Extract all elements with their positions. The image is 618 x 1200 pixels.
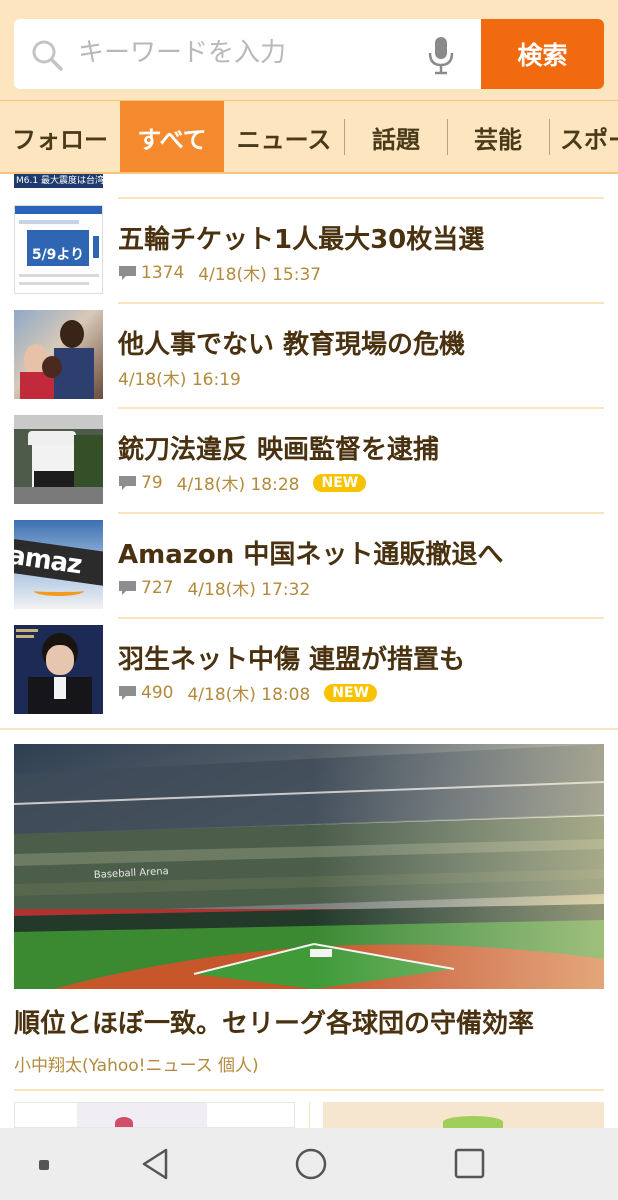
article-meta: 1374 4/18(木) 15:37	[118, 260, 321, 285]
tab-follow[interactable]: フォロー	[0, 101, 120, 172]
home-icon[interactable]	[294, 1147, 328, 1181]
list-item[interactable]: 銃刀法違反 映画監督を逮捕 79 4/18(木) 18:28 NEW	[0, 409, 618, 514]
search-icon	[32, 40, 63, 71]
article-thumbnail: amaz	[14, 520, 103, 609]
comment-icon	[119, 580, 136, 595]
article-meta: 490 4/18(木) 18:08 NEW	[118, 680, 378, 705]
article-thumbnail	[14, 625, 103, 714]
article-thumbnail	[14, 310, 103, 399]
list-item[interactable]: amaz Amazon 中国ネット通販撤退へ 727 4/18(木) 17:32	[0, 514, 618, 619]
list-item[interactable]: 他人事でない 教育現場の危機 4/18(木) 16:19	[0, 304, 618, 409]
article-date: 4/18(木) 17:32	[187, 580, 311, 600]
microphone-icon[interactable]	[426, 35, 456, 75]
article-title: 他人事でない 教育現場の危機	[118, 330, 466, 360]
search-input[interactable]	[78, 33, 408, 73]
partial-card-left[interactable]	[14, 1102, 295, 1128]
comment-count: 1374	[141, 262, 185, 283]
tab-all[interactable]: すべて	[120, 101, 224, 172]
feature-source: 小中翔太(Yahoo!ニュース 個人)	[14, 1056, 259, 1076]
search-header: 検索	[0, 0, 618, 100]
comment-count: 727	[141, 577, 174, 598]
section-divider	[14, 1089, 604, 1091]
article-date: 4/18(木) 18:08	[187, 685, 311, 705]
article-date: 4/18(木) 16:19	[118, 370, 241, 390]
back-icon[interactable]	[138, 1146, 172, 1182]
tab-topics[interactable]: 話題	[346, 101, 446, 172]
article-title: 羽生ネット中傷 連盟が措置も	[118, 645, 466, 675]
comment-count: 490	[141, 682, 174, 703]
comment-icon	[119, 265, 136, 280]
article-title: Amazon 中国ネット通販撤退へ	[118, 540, 504, 570]
comment-count: 79	[141, 472, 163, 493]
card-separator	[309, 1102, 310, 1128]
article-thumbnail	[14, 415, 103, 504]
feature-image[interactable]: Baseball Arena	[14, 744, 604, 989]
feature-title[interactable]: 順位とほぼ一致。セリーグ各球団の守備効率	[14, 1003, 534, 1040]
notification-dot-icon	[39, 1160, 49, 1170]
comment-icon	[119, 475, 136, 490]
article-meta: 4/18(木) 16:19	[118, 365, 241, 390]
tab-entertainment[interactable]: 芸能	[448, 101, 548, 172]
partial-card-right[interactable]	[323, 1102, 604, 1128]
system-navigation-bar	[0, 1128, 618, 1200]
search-button[interactable]: 検索	[481, 19, 604, 89]
stadium-illustration: Baseball Arena	[14, 744, 604, 989]
new-badge: NEW	[324, 683, 378, 702]
article-meta: 79 4/18(木) 18:28 NEW	[118, 470, 367, 495]
recent-apps-icon[interactable]	[453, 1147, 487, 1181]
list-item[interactable]: 5/9より 五輪チケット1人最大30枚当選 1374 4/18(木) 15:37	[0, 199, 618, 304]
article-date: 4/18(木) 18:28	[176, 475, 300, 495]
comment-icon	[119, 685, 136, 700]
article-title: 五輪チケット1人最大30枚当選	[118, 225, 485, 255]
article-thumbnail: 5/9より	[14, 205, 103, 294]
tab-separator	[344, 119, 345, 155]
tab-sports[interactable]: スポーツ	[550, 101, 618, 172]
partial-list-item[interactable]: M6.1 最大震度は台湾基準で最大	[14, 174, 103, 188]
article-title: 銃刀法違反 映画監督を逮捕	[118, 435, 440, 465]
section-divider	[0, 728, 618, 730]
article-meta: 727 4/18(木) 17:32	[118, 575, 310, 600]
new-badge: NEW	[313, 473, 367, 492]
category-tabs: フォロー すべて ニュース 話題 芸能 スポーツ	[0, 100, 618, 174]
article-date: 4/18(木) 15:37	[198, 265, 322, 285]
partial-thumb-caption: M6.1 最大震度は台湾基準で最大	[16, 176, 103, 186]
tab-news[interactable]: ニュース	[226, 101, 342, 172]
list-item[interactable]: 羽生ネット中傷 連盟が措置も 490 4/18(木) 18:08 NEW	[0, 619, 618, 724]
